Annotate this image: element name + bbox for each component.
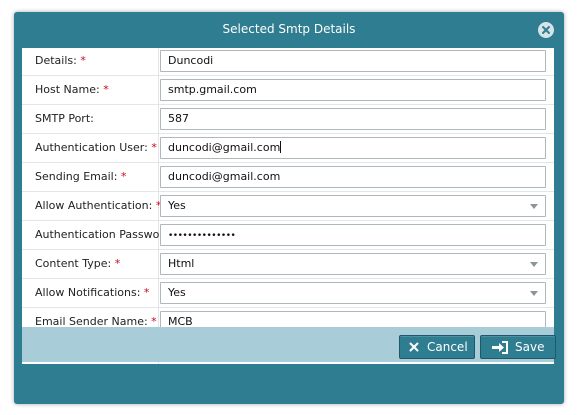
allow-notifications-label: Allow Notifications: * — [35, 286, 150, 299]
form-row-host-name: Host Name: * smtp.gmail.com — [22, 77, 554, 105]
host-name-input[interactable]: smtp.gmail.com — [160, 79, 546, 101]
smtp-details-dialog: Selected Smtp Details Details: * Duncodi… — [14, 12, 564, 404]
required-marker: * — [114, 257, 121, 270]
smtp-port-label: SMTP Port: — [35, 112, 94, 125]
content-type-label: Content Type: * — [35, 257, 121, 270]
form-row-smtp-port: SMTP Port: 587 — [22, 106, 554, 134]
cancel-button-label: Cancel — [427, 340, 468, 354]
chevron-down-icon — [530, 291, 538, 296]
authentication-user-input[interactable]: duncodi@gmail.com — [160, 137, 546, 159]
authentication-user-label: Authentication User: * — [35, 141, 157, 154]
content-type-select[interactable]: Html — [160, 253, 546, 275]
required-marker: * — [80, 54, 86, 67]
required-marker: * — [143, 286, 150, 299]
cancel-button[interactable]: Cancel — [399, 335, 475, 359]
form-row-authentication-user: Authentication User: * duncodi@gmail.com — [22, 135, 554, 163]
content-type-value: Html — [168, 257, 195, 270]
authentication-password-input[interactable]: •••••••••••••• — [160, 224, 546, 246]
allow-authentication-label: Allow Authentication: * — [35, 199, 162, 212]
save-button-label: Save — [515, 340, 545, 354]
allow-notifications-select[interactable]: Yes — [160, 282, 546, 304]
sending-email-input[interactable]: duncodi@gmail.com — [160, 166, 546, 188]
save-button[interactable]: Save — [480, 335, 556, 359]
close-button[interactable] — [538, 22, 554, 38]
authentication-password-label: Authentication Password: — [35, 228, 175, 241]
form-body: Details: * Duncodi Host Name: * smtp.gma… — [22, 48, 554, 364]
form-row-allow-authentication: Allow Authentication: * Yes — [22, 193, 554, 221]
required-marker: * — [120, 170, 127, 183]
sign-in-icon — [492, 341, 508, 354]
form-row-allow-notifications: Allow Notifications: * Yes — [22, 280, 554, 308]
required-marker: * — [103, 83, 109, 96]
form-row-details: Details: * Duncodi — [22, 48, 554, 76]
allow-authentication-select[interactable]: Yes — [160, 195, 546, 217]
host-name-label: Host Name: * — [35, 83, 109, 96]
form-row-content-type: Content Type: * Html — [22, 251, 554, 279]
dialog-titlebar: Selected Smtp Details — [14, 12, 564, 48]
text-cursor — [280, 141, 282, 153]
required-marker: * — [151, 141, 157, 154]
sending-email-label: Sending Email: * — [35, 170, 127, 183]
close-icon — [542, 26, 550, 34]
allow-notifications-value: Yes — [168, 286, 186, 299]
details-input[interactable]: Duncodi — [160, 50, 546, 72]
chevron-down-icon — [530, 204, 538, 209]
x-icon — [409, 342, 419, 352]
dialog-footer: Cancel Save — [22, 327, 556, 362]
form-row-authentication-password: Authentication Password: •••••••••••••• — [22, 222, 554, 250]
form-row-sending-email: Sending Email: * duncodi@gmail.com — [22, 164, 554, 192]
details-label: Details: * — [35, 54, 86, 67]
smtp-port-input[interactable]: 587 — [160, 108, 546, 130]
dialog-title: Selected Smtp Details — [222, 22, 356, 36]
allow-authentication-value: Yes — [168, 199, 186, 212]
chevron-down-icon — [530, 262, 538, 267]
